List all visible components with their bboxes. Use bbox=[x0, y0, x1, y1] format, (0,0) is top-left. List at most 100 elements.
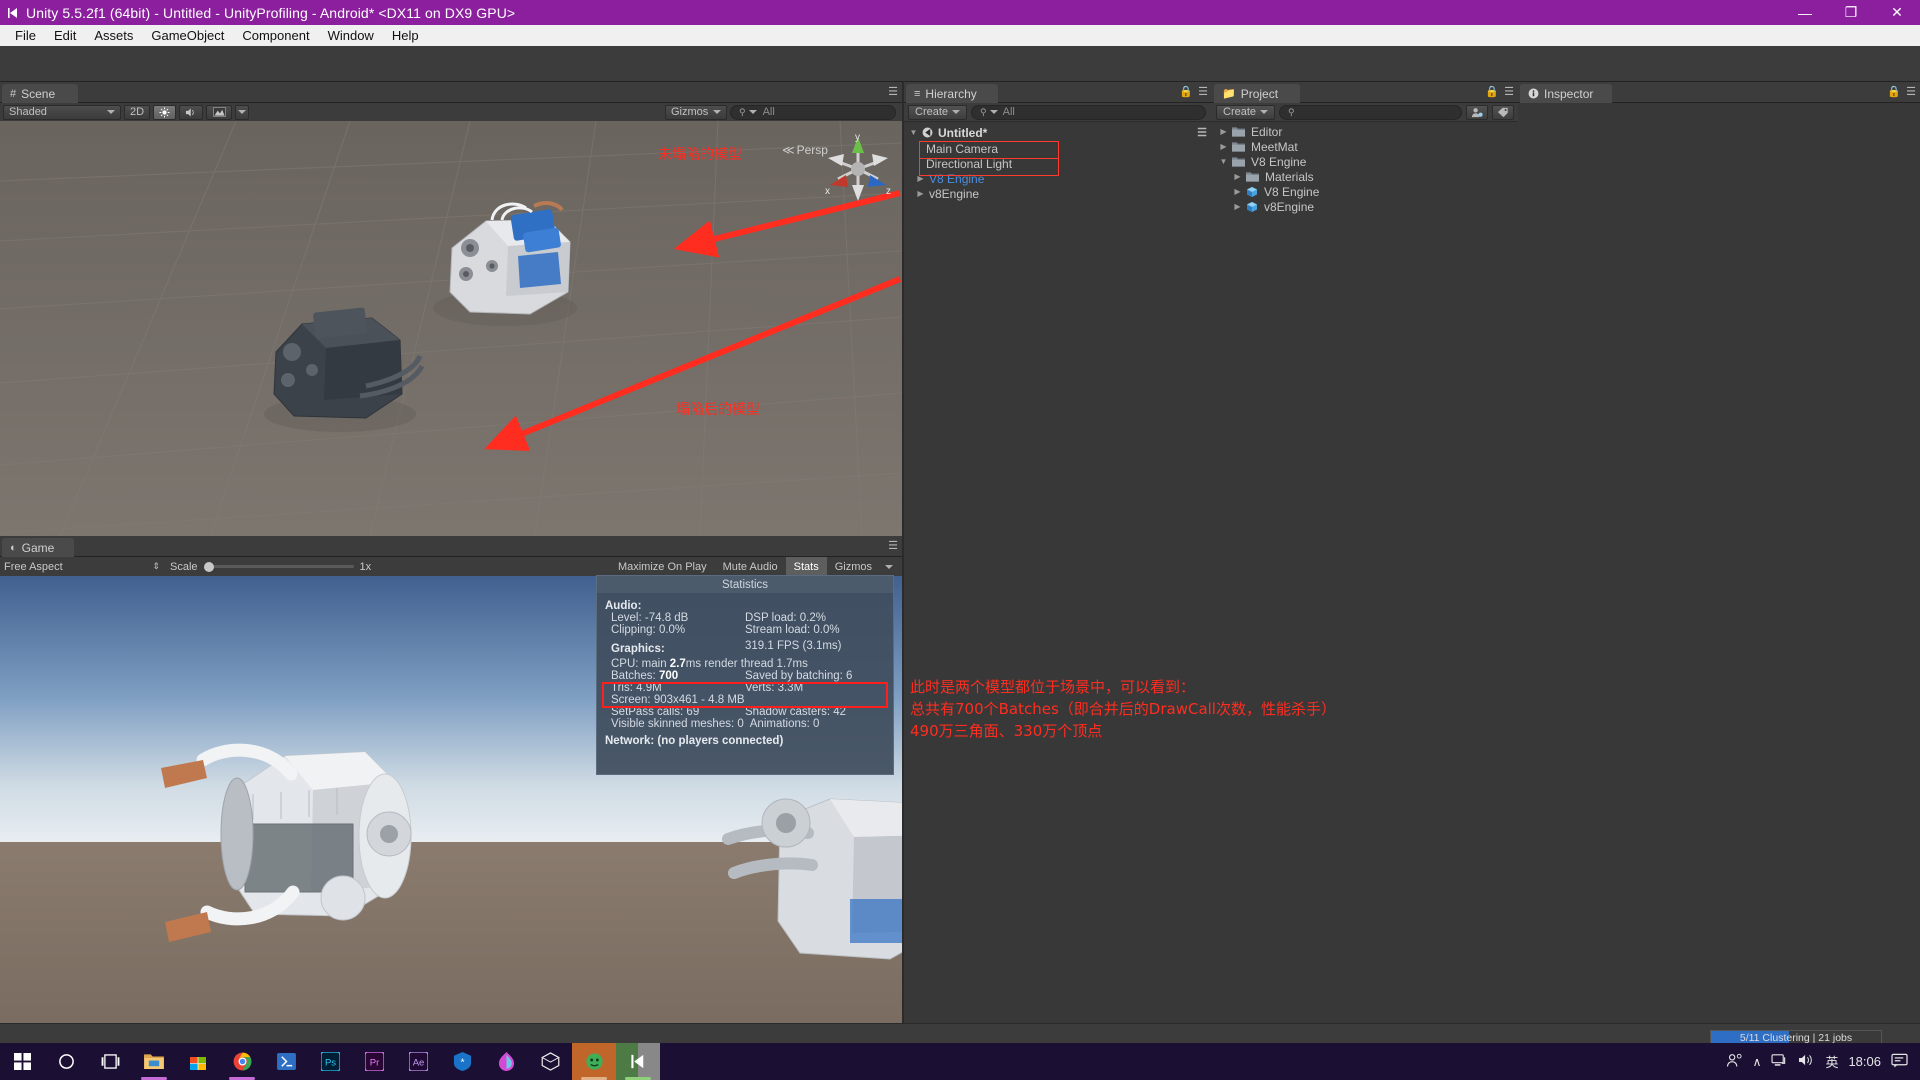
scene-lighting-button[interactable] bbox=[153, 104, 177, 120]
hierarchy-item-main-camera[interactable]: Main Camera bbox=[904, 141, 1212, 156]
chevron-right-icon[interactable]: ▶ bbox=[1232, 187, 1243, 196]
tab-project[interactable]: 📁 Project bbox=[1214, 84, 1300, 103]
project-item-editor[interactable]: ▶ Editor bbox=[1212, 124, 1518, 139]
hierarchy-item-directional-light[interactable]: Directional Light bbox=[904, 156, 1212, 171]
search-button[interactable] bbox=[44, 1043, 88, 1080]
project-filter-type-button[interactable] bbox=[1466, 104, 1488, 120]
project-options-icon[interactable]: ☰ bbox=[1504, 85, 1514, 98]
svg-text:Ae: Ae bbox=[412, 1058, 424, 1069]
scene-viewport[interactable]: 未塌陷的模型 塌陷后的模型 ≪ Persp x z y bbox=[0, 121, 902, 536]
hierarchy-search-input[interactable]: ⚲ All bbox=[971, 104, 1206, 120]
close-button[interactable]: ✕ bbox=[1874, 0, 1920, 25]
menu-window[interactable]: Window bbox=[319, 26, 383, 45]
tab-inspector[interactable]: Inspector bbox=[1520, 84, 1612, 103]
project-search-input[interactable]: ⚲ bbox=[1279, 104, 1462, 120]
minimize-button[interactable]: — bbox=[1782, 0, 1828, 25]
project-create-button[interactable]: Create bbox=[1216, 104, 1276, 120]
tab-scene[interactable]: # Scene bbox=[2, 84, 78, 103]
graphics-cpu-line: CPU: main 2.7ms render thread 1.7ms bbox=[605, 658, 885, 670]
scene-search-input[interactable]: ⚲ All bbox=[730, 104, 896, 120]
hierarchy-create-button[interactable]: Create bbox=[908, 104, 968, 120]
scene-audio-button[interactable] bbox=[179, 104, 204, 120]
cpu-main-value: 2.7 bbox=[669, 658, 686, 670]
menu-gameobject[interactable]: GameObject bbox=[142, 26, 233, 45]
scene-options-icon[interactable]: ☰ bbox=[888, 85, 898, 98]
hierarchy-options-icon[interactable]: ☰ bbox=[1198, 85, 1208, 98]
system-tray: ∧ 英 18:06 bbox=[1726, 1052, 1920, 1071]
chevron-right-icon[interactable]: ▶ bbox=[1218, 142, 1229, 151]
gizmos-dropdown[interactable]: Gizmos bbox=[665, 104, 727, 120]
hierarchy-icon: ≡ bbox=[914, 87, 921, 100]
project-item-materials[interactable]: ▶ Materials bbox=[1212, 169, 1518, 184]
tab-hierarchy[interactable]: ≡ Hierarchy bbox=[906, 84, 998, 103]
zbrush-button[interactable] bbox=[484, 1043, 528, 1080]
ime-indicator[interactable]: 英 bbox=[1825, 1052, 1838, 1071]
menu-file[interactable]: File bbox=[6, 26, 45, 45]
scale-slider[interactable] bbox=[203, 561, 354, 572]
menu-component[interactable]: Component bbox=[233, 26, 318, 45]
chevron-right-icon[interactable]: ▶ bbox=[915, 189, 926, 198]
chevron-right-icon[interactable]: ▶ bbox=[915, 174, 926, 183]
project-item-v8engine-prefab[interactable]: ▶ v8Engine bbox=[1212, 199, 1518, 214]
inspector-options-icon[interactable]: ☰ bbox=[1906, 85, 1916, 98]
chevron-down-icon[interactable]: ▼ bbox=[908, 128, 919, 137]
game-gizmos-button[interactable]: Gizmos bbox=[827, 557, 880, 577]
premiere-button[interactable]: Pr bbox=[352, 1043, 396, 1080]
tab-game[interactable]: ◐ Game bbox=[2, 538, 74, 557]
menu-assets[interactable]: Assets bbox=[85, 26, 142, 45]
scene-fx-button[interactable] bbox=[206, 104, 233, 120]
chevron-up-icon[interactable]: ∧ bbox=[1753, 1055, 1762, 1069]
photoshop-button[interactable]: Ps bbox=[308, 1043, 352, 1080]
project-item-label: Editor bbox=[1251, 124, 1283, 139]
window-titlebar: Unity 5.5.2f1 (64bit) - Untitled - Unity… bbox=[0, 0, 1920, 25]
file-explorer-button[interactable] bbox=[132, 1043, 176, 1080]
substance-painter-button[interactable]: * bbox=[440, 1043, 484, 1080]
hierarchy-scene-row[interactable]: ▼ Untitled* ☰ bbox=[904, 124, 1212, 141]
chevron-down-icon[interactable]: ▼ bbox=[1218, 157, 1229, 166]
project-item-meetmat[interactable]: ▶ MeetMat bbox=[1212, 139, 1518, 154]
after-effects-button[interactable]: Ae bbox=[396, 1043, 440, 1080]
toggle-2d-button[interactable]: 2D bbox=[124, 104, 151, 120]
stats-button[interactable]: Stats bbox=[785, 556, 827, 577]
chevron-right-icon[interactable]: ▶ bbox=[1232, 172, 1243, 181]
microsoft-store-button[interactable] bbox=[176, 1043, 220, 1080]
network-icon[interactable] bbox=[1771, 1053, 1788, 1070]
chevron-right-icon[interactable]: ▶ bbox=[1218, 127, 1229, 136]
scale-slider-knob[interactable] bbox=[203, 561, 214, 572]
scene-fx-dropdown[interactable] bbox=[235, 104, 250, 120]
powershell-button[interactable] bbox=[264, 1043, 308, 1080]
unity-editor-button[interactable] bbox=[616, 1043, 660, 1080]
maximize-button[interactable]: ❐ bbox=[1828, 0, 1874, 25]
game-gizmos-dropdown[interactable] bbox=[880, 557, 898, 577]
blender-button[interactable] bbox=[528, 1043, 572, 1080]
people-icon[interactable] bbox=[1726, 1053, 1743, 1071]
project-item-v8-engine-prefab[interactable]: ▶ V8 Engine bbox=[1212, 184, 1518, 199]
lock-icon[interactable]: 🔒 bbox=[1485, 85, 1499, 98]
maximize-on-play-button[interactable]: Maximize On Play bbox=[610, 557, 715, 577]
lock-icon[interactable]: 🔒 bbox=[1179, 85, 1193, 98]
hierarchy-item-v8engine[interactable]: ▶ v8Engine bbox=[904, 186, 1212, 201]
project-item-label: Materials bbox=[1265, 169, 1314, 184]
hierarchy-item-v8-engine[interactable]: ▶ V8 Engine bbox=[904, 171, 1212, 186]
lock-icon[interactable]: 🔒 bbox=[1887, 85, 1901, 98]
clock[interactable]: 18:06 bbox=[1848, 1054, 1881, 1069]
unity-scene-icon bbox=[922, 127, 933, 138]
chevron-right-icon[interactable]: ▶ bbox=[1232, 202, 1243, 211]
unity-hub-button[interactable] bbox=[572, 1043, 616, 1080]
menu-help[interactable]: Help bbox=[383, 26, 428, 45]
game-toolbar: Free Aspect ⇕ Scale 1x Maximize On Play … bbox=[0, 556, 902, 577]
chrome-button[interactable] bbox=[220, 1043, 264, 1080]
mute-audio-button[interactable]: Mute Audio bbox=[715, 557, 786, 577]
scene-row-menu-icon[interactable]: ☰ bbox=[1197, 126, 1207, 139]
aspect-dropdown[interactable]: Free Aspect ⇕ bbox=[4, 559, 164, 574]
task-view-button[interactable] bbox=[88, 1043, 132, 1080]
volume-icon[interactable] bbox=[1798, 1053, 1815, 1070]
project-item-v8-engine-folder[interactable]: ▼ V8 Engine bbox=[1212, 154, 1518, 169]
shading-mode-dropdown[interactable]: Shaded bbox=[3, 104, 121, 120]
scene-orientation-gizmo[interactable]: x z y bbox=[818, 131, 898, 209]
notification-icon[interactable] bbox=[1891, 1053, 1908, 1071]
game-options-icon[interactable]: ☰ bbox=[888, 539, 898, 552]
project-filter-label-button[interactable] bbox=[1492, 104, 1514, 120]
start-button[interactable] bbox=[0, 1043, 44, 1080]
menu-edit[interactable]: Edit bbox=[45, 26, 85, 45]
